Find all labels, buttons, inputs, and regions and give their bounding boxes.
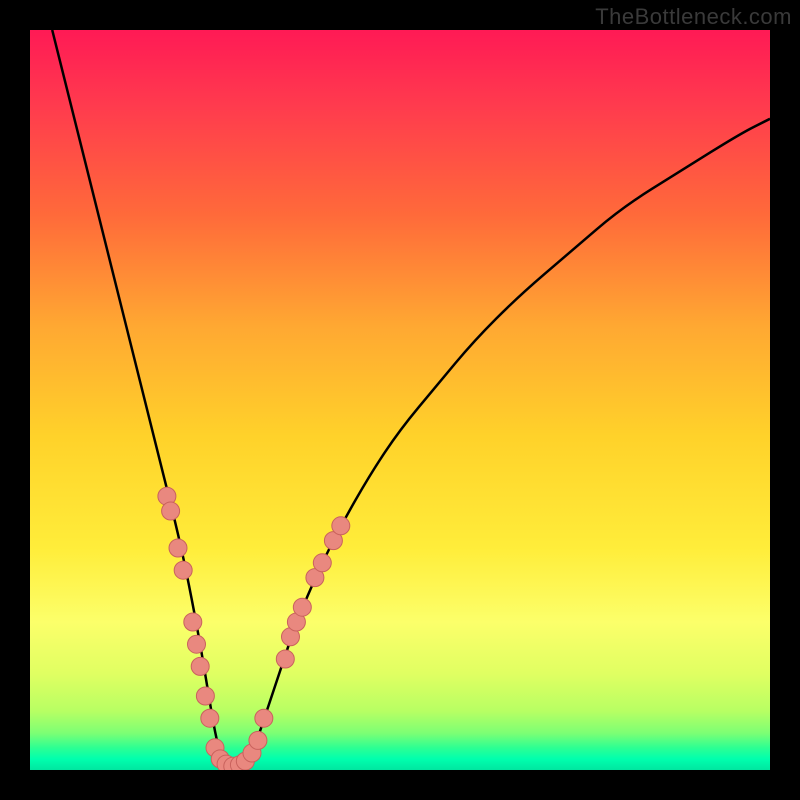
chart-svg xyxy=(30,30,770,770)
data-marker xyxy=(255,709,273,727)
data-marker xyxy=(313,554,331,572)
data-markers xyxy=(158,487,350,770)
chart-plot-area xyxy=(30,30,770,770)
data-marker xyxy=(196,687,214,705)
data-marker xyxy=(293,598,311,616)
data-marker xyxy=(191,657,209,675)
watermark-text: TheBottleneck.com xyxy=(595,4,792,30)
data-marker xyxy=(332,517,350,535)
data-marker xyxy=(174,561,192,579)
bottleneck-curve xyxy=(52,30,770,770)
data-marker xyxy=(162,502,180,520)
data-marker xyxy=(249,731,267,749)
chart-outer-frame: TheBottleneck.com xyxy=(0,0,800,800)
data-marker xyxy=(184,613,202,631)
data-marker xyxy=(188,635,206,653)
data-marker xyxy=(169,539,187,557)
data-marker xyxy=(276,650,294,668)
data-marker xyxy=(201,709,219,727)
